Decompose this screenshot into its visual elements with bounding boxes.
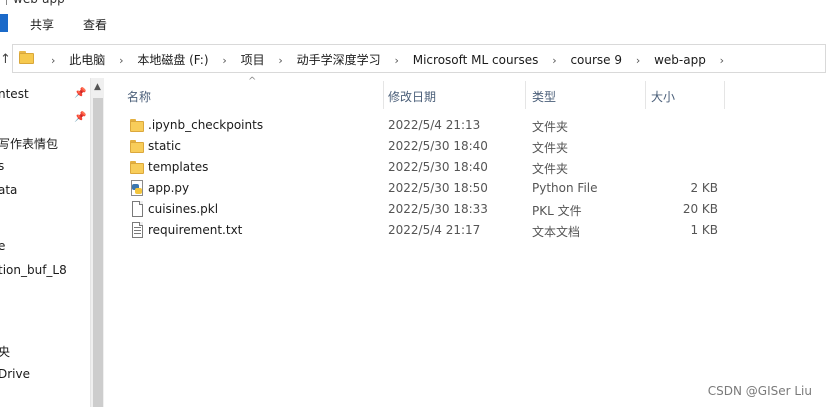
column-header-size[interactable]: 大小 — [651, 88, 675, 116]
file-size: 1 KB — [690, 223, 718, 237]
file-type: 文件夹 — [532, 120, 569, 134]
chevron-right-icon[interactable]: › — [552, 54, 556, 67]
breadcrumb-item[interactable]: 项目 — [241, 53, 265, 67]
file-date: 2022/5/30 18:33 — [388, 202, 488, 216]
file-icon — [129, 201, 145, 217]
file-row[interactable]: .ipynb_checkpoints 2022/5/4 21:13 文件夹 — [104, 115, 826, 136]
file-type: 文本文档 — [532, 225, 581, 239]
file-name: cuisines.pkl — [148, 202, 219, 216]
chevron-right-icon[interactable]: › — [720, 54, 724, 67]
scroll-up-icon[interactable]: ▲ — [94, 82, 101, 92]
chevron-right-icon[interactable]: › — [636, 54, 640, 67]
file-date: 2022/5/30 18:40 — [388, 160, 488, 174]
nav-scrollbar[interactable]: ▲ — [90, 78, 104, 407]
file-type: PKL 文件 — [532, 204, 582, 218]
column-header-type[interactable]: 类型 — [532, 88, 556, 116]
address-row: ↑ › 此电脑 › 本地磁盘 (F:) › 项目 › 动手学深度学习 › Mic… — [0, 44, 826, 74]
file-type: Python File — [532, 181, 598, 195]
file-date: 2022/5/4 21:13 — [388, 118, 481, 132]
column-header-name[interactable]: 名称 — [127, 88, 151, 116]
sort-caret-icon: ^ — [248, 76, 257, 87]
nav-item[interactable]: ata — [0, 183, 17, 197]
chevron-right-icon[interactable]: › — [222, 54, 226, 67]
watermark: CSDN @GISer Liu — [707, 384, 812, 398]
column-header-date[interactable]: 修改日期 — [388, 88, 436, 116]
file-row[interactable]: requirement.txt 2022/5/4 21:17 文本文档 1 KB — [104, 220, 826, 241]
breadcrumb: › 此电脑 › 本地磁盘 (F:) › 项目 › 动手学深度学习 › Micro… — [41, 51, 734, 68]
file-row[interactable]: static 2022/5/30 18:40 文件夹 — [104, 136, 826, 157]
folder-icon — [129, 117, 145, 133]
breadcrumb-item[interactable]: Microsoft ML courses — [413, 53, 539, 67]
chevron-right-icon[interactable]: › — [51, 54, 55, 67]
file-date: 2022/5/4 21:17 — [388, 223, 481, 237]
tab-view[interactable]: 查看 — [83, 16, 107, 33]
breadcrumb-item[interactable]: web-app — [654, 53, 706, 67]
nav-item[interactable]: Drive — [0, 367, 30, 381]
file-date: 2022/5/30 18:50 — [388, 181, 488, 195]
window-title: web-app — [0, 0, 120, 6]
chevron-right-icon[interactable]: › — [119, 54, 123, 67]
scrollbar-thumb[interactable] — [93, 98, 103, 407]
file-row[interactable]: templates 2022/5/30 18:40 文件夹 — [104, 157, 826, 178]
nav-item[interactable]: 央 — [0, 343, 10, 360]
nav-item[interactable]: 写作表情包 — [0, 135, 58, 152]
ribbon-tabs: 共享 查看 — [0, 10, 826, 38]
folder-icon — [129, 138, 145, 154]
file-list: ^ 名称 修改日期 类型 大小 .ipynb_checkpoints 2022/… — [104, 76, 826, 407]
navigation-pane: ntest 📌 📌 写作表情包 s ata e tion_buf_L8 央 Dr… — [0, 78, 90, 407]
file-size: 20 KB — [682, 202, 718, 216]
pin-icon[interactable]: 📌 — [74, 88, 86, 99]
address-bar[interactable]: › 此电脑 › 本地磁盘 (F:) › 项目 › 动手学深度学习 › Micro… — [12, 44, 826, 73]
folder-icon — [129, 159, 145, 175]
window-title-text: web-app — [13, 0, 65, 6]
file-type: 文件夹 — [532, 141, 569, 155]
column-divider[interactable] — [645, 81, 646, 109]
text-file-icon — [129, 222, 145, 238]
file-name: requirement.txt — [148, 223, 243, 237]
nav-item[interactable]: s — [0, 159, 4, 173]
column-divider[interactable] — [525, 81, 526, 109]
python-file-icon — [129, 180, 145, 196]
file-name: .ipynb_checkpoints — [148, 118, 264, 132]
chevron-right-icon[interactable]: › — [395, 54, 399, 67]
file-type: 文件夹 — [532, 162, 569, 176]
tab-file[interactable] — [0, 14, 8, 32]
file-name: app.py — [148, 181, 190, 195]
nav-item[interactable]: ntest — [0, 87, 29, 101]
chevron-right-icon[interactable]: › — [278, 54, 282, 67]
breadcrumb-item[interactable]: 此电脑 — [69, 53, 105, 67]
pin-icon[interactable]: 📌 — [74, 112, 86, 123]
file-date: 2022/5/30 18:40 — [388, 139, 488, 153]
up-arrow-icon[interactable]: ↑ — [0, 52, 11, 67]
file-row[interactable]: cuisines.pkl 2022/5/30 18:33 PKL 文件 20 K… — [104, 199, 826, 220]
folder-icon — [19, 51, 34, 64]
nav-item[interactable]: e — [0, 239, 5, 253]
breadcrumb-item[interactable]: course 9 — [570, 53, 622, 67]
file-size: 2 KB — [690, 181, 718, 195]
nav-item[interactable]: tion_buf_L8 — [0, 263, 67, 277]
file-name: templates — [148, 160, 209, 174]
column-divider[interactable] — [724, 81, 725, 109]
column-divider[interactable] — [383, 81, 384, 109]
tab-share[interactable]: 共享 — [30, 16, 54, 33]
breadcrumb-item[interactable]: 动手学深度学习 — [297, 53, 381, 67]
file-name: static — [148, 139, 181, 153]
breadcrumb-item[interactable]: 本地磁盘 (F:) — [137, 53, 208, 67]
file-row[interactable]: app.py 2022/5/30 18:50 Python File 2 KB — [104, 178, 826, 199]
